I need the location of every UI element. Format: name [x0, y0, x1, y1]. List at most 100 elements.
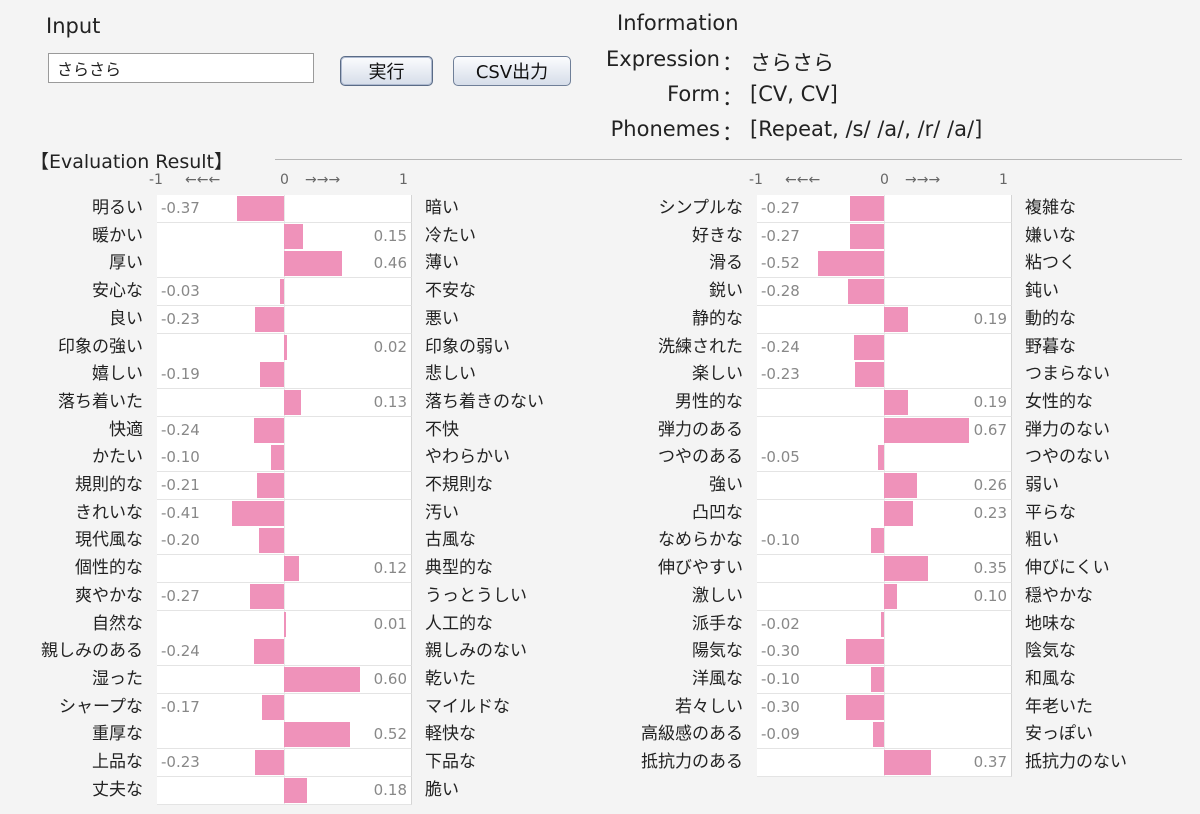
- value-label: -0.28: [761, 282, 800, 301]
- left-adjective: 抵抗力のある: [641, 752, 743, 772]
- right-adjective: 悪い: [425, 308, 459, 329]
- section-divider: [275, 159, 1182, 160]
- left-adjective: 楽しい: [692, 364, 743, 385]
- left-adjective: 伸びやすい: [658, 558, 743, 579]
- value-label: 0.19: [973, 392, 1007, 411]
- value-label: -0.10: [761, 669, 800, 688]
- value-label: 0.23: [973, 503, 1007, 522]
- zero-line: [884, 665, 885, 693]
- left-adjective: 洗練された: [658, 336, 743, 357]
- value-label: 0.37: [973, 753, 1007, 771]
- value-label: -0.19: [161, 365, 200, 384]
- zero-line: [284, 749, 285, 776]
- value-label: -0.23: [161, 309, 200, 328]
- value-bar: [254, 306, 284, 332]
- right-scale-header: -1 ←←← 0 →→→ 1: [749, 172, 1011, 192]
- right-adjective: 親しみのない: [425, 641, 527, 662]
- left-adjective: 陽気な: [692, 641, 743, 662]
- right-adjective: 汚い: [425, 502, 459, 523]
- left-adjective: 落ち着いた: [58, 391, 143, 412]
- zero-line: [284, 416, 285, 444]
- information-section-title: Information: [617, 11, 739, 35]
- zero-line: [284, 305, 285, 333]
- zero-line: [284, 361, 285, 389]
- scale-right-arrows: →→→: [905, 172, 941, 188]
- right-adjective: やわらかい: [425, 447, 510, 468]
- value-bar: [284, 666, 361, 692]
- right-adjective: 下品な: [425, 752, 476, 772]
- left-adjective: 弾力のある: [658, 419, 743, 440]
- left-scale-header: -1 ←←← 0 →→→ 1: [149, 172, 411, 192]
- bar-track: -0.27: [157, 582, 412, 611]
- value-label: 0.15: [373, 226, 407, 245]
- value-label: 0.10: [973, 586, 1007, 605]
- bar-track: -0.10: [757, 527, 1012, 556]
- scale-min: -1: [749, 172, 763, 188]
- value-label: -0.17: [161, 697, 200, 716]
- value-bar: [284, 722, 351, 748]
- value-label: 0.02: [373, 337, 407, 356]
- value-label: -0.41: [161, 503, 200, 522]
- bar-track: -0.37: [157, 195, 412, 223]
- value-bar: [845, 639, 884, 665]
- value-bar: [284, 223, 304, 249]
- value-bar: [849, 196, 884, 221]
- run-button[interactable]: 実行: [340, 56, 433, 86]
- value-bar: [231, 500, 284, 526]
- left-adjective: 若々しい: [675, 696, 743, 717]
- value-bar: [271, 445, 284, 471]
- right-adjective: 抵抗力のない: [1025, 752, 1127, 772]
- right-adjective: 穏やかな: [1025, 585, 1093, 606]
- zero-line: [884, 250, 885, 278]
- zero-line: [884, 610, 885, 638]
- expression-input[interactable]: [48, 53, 314, 83]
- right-adjective: 弱い: [1025, 475, 1059, 495]
- bar-track: -0.24: [157, 416, 412, 445]
- zero-line: [284, 444, 285, 472]
- right-adjective: 地味な: [1025, 613, 1076, 634]
- value-bar: [854, 362, 884, 388]
- left-adjective: なめらかな: [658, 530, 743, 551]
- right-adjective: マイルドな: [425, 696, 510, 717]
- bar-track: 0.52: [157, 721, 412, 750]
- bar-track: 0.10: [757, 582, 1012, 611]
- zero-line: [284, 195, 285, 222]
- left-adjective: 丈夫な: [92, 779, 143, 800]
- zero-line: [884, 638, 885, 666]
- right-adjective: 粗い: [1025, 530, 1059, 551]
- zero-line: [284, 527, 285, 555]
- bar-track: 0.12: [157, 555, 412, 584]
- value-bar: [284, 334, 287, 360]
- scale-zero: 0: [280, 172, 289, 188]
- right-adjective: 粘つく: [1025, 253, 1076, 274]
- value-bar: [284, 611, 286, 637]
- bar-track: 0.19: [757, 388, 1012, 417]
- value-label: -0.52: [761, 254, 800, 273]
- right-adjective: つまらない: [1025, 364, 1110, 385]
- value-label: -0.24: [161, 420, 200, 439]
- bar-track: -0.03: [157, 278, 412, 307]
- phonemes-colon: ：: [722, 121, 743, 145]
- right-adjective: 不安な: [425, 281, 476, 302]
- value-label: -0.24: [161, 642, 200, 661]
- left-adjective: 上品な: [92, 752, 143, 772]
- right-adjective: 年老いた: [1025, 696, 1093, 717]
- left-adjective: 暖かい: [92, 225, 143, 246]
- right-adjective: 印象の弱い: [425, 336, 510, 357]
- value-bar: [853, 334, 884, 360]
- left-adjective: 明るい: [92, 198, 143, 218]
- scale-min: -1: [149, 172, 163, 188]
- right-adjective: 野暮な: [1025, 336, 1076, 357]
- bar-track: -0.05: [757, 444, 1012, 473]
- right-adjective: 安っぽい: [1025, 724, 1093, 745]
- right-adjective: 伸びにくい: [1025, 558, 1110, 579]
- bar-track: -0.27: [757, 195, 1012, 223]
- left-adjective: 洋風な: [692, 668, 743, 689]
- value-bar: [262, 694, 284, 720]
- left-adjective: かたい: [92, 447, 143, 468]
- bar-track: -0.23: [157, 305, 412, 334]
- value-bar: [284, 389, 301, 415]
- bar-track: -0.19: [157, 361, 412, 390]
- right-adjective: 典型的な: [425, 558, 493, 579]
- left-adjective: 安心な: [92, 281, 143, 302]
